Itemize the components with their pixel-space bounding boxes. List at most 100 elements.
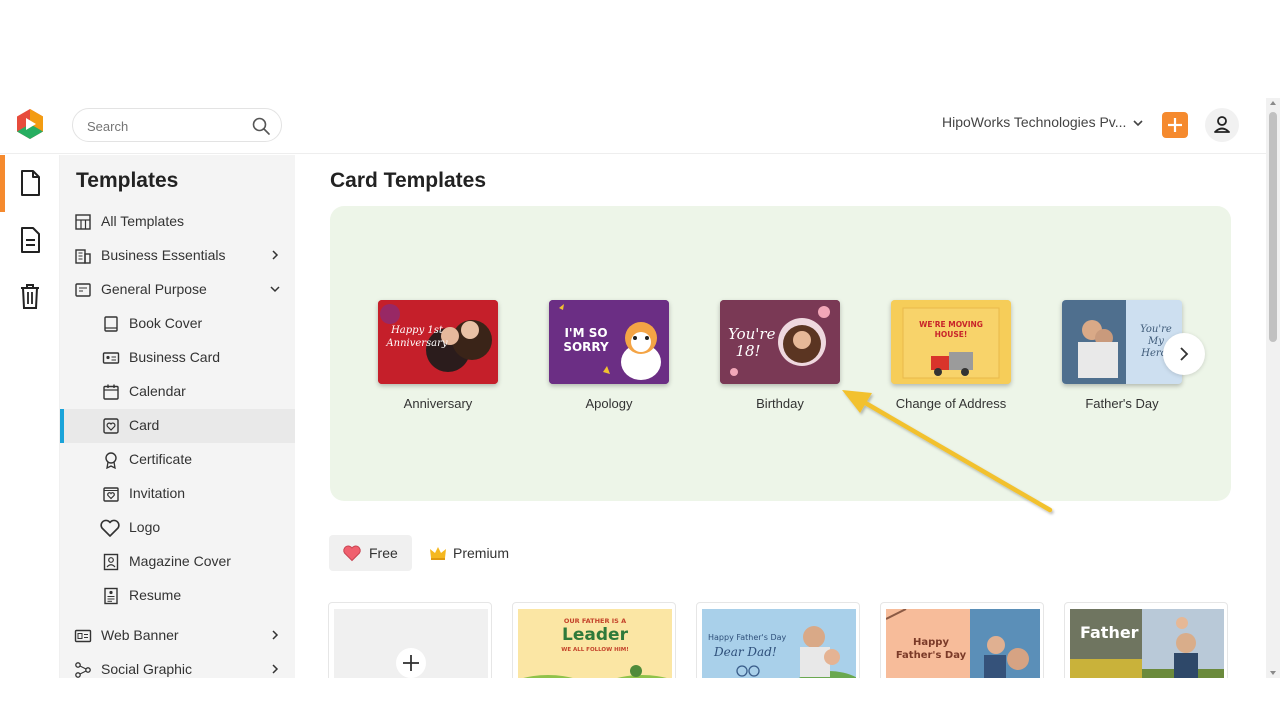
category-change-of-address[interactable]: WE'RE MOVING HOUSE! Change of Address: [891, 300, 1011, 411]
heart-card-icon: [103, 418, 119, 434]
heart-icon: [343, 545, 361, 562]
sidebar-item-all-templates[interactable]: All Templates: [60, 205, 295, 239]
happy-fathers-day-art-main: Father's Day: [895, 650, 967, 661]
filter-label: Free: [369, 545, 398, 561]
sidebar-item-label: Invitation: [129, 485, 186, 501]
templates-sidebar: Templates All Templates Business Essenti…: [60, 155, 295, 678]
sidebar-item-label: Calendar: [129, 383, 186, 399]
template-card-dear-dad[interactable]: Happy Father's Day Dear Dad!: [696, 602, 860, 678]
category-label: Change of Address: [895, 396, 1007, 411]
category-label: Apology: [585, 396, 633, 411]
leader-art-sub: WE ALL FOLLOW HIM!: [561, 647, 629, 653]
chevron-right-icon: [272, 664, 279, 674]
dear-dad-template-art: Happy Father's Day Dear Dad!: [702, 609, 856, 678]
organization-selector[interactable]: HipoWorks Technologies Pv...: [942, 114, 1126, 130]
sidebar-item-calendar[interactable]: Calendar: [60, 375, 295, 409]
search-box[interactable]: [72, 108, 282, 142]
category-apology[interactable]: I'M SO SORRY Apology: [549, 300, 669, 411]
banner-icon: [74, 629, 92, 643]
anniversary-thumbnail: Happy 1st Anniversary: [378, 300, 498, 384]
rail-active-indicator: [0, 155, 5, 212]
trash-icon[interactable]: [16, 281, 44, 311]
scroll-down-arrow-icon[interactable]: [1270, 671, 1276, 675]
document-icon[interactable]: [16, 168, 44, 198]
sidebar-item-label: General Purpose: [101, 281, 207, 297]
category-label: Birthday: [756, 396, 804, 411]
leader-template-art: OUR FATHER IS A Leader WE ALL FOLLOW HIM…: [518, 609, 672, 678]
icon-rail: [0, 155, 60, 678]
sidebar-item-invitation[interactable]: Invitation: [60, 477, 295, 511]
book-icon: [104, 316, 118, 332]
form-icon[interactable]: [16, 225, 44, 255]
chevron-right-icon: [1180, 347, 1189, 361]
filter-premium[interactable]: Premium: [422, 535, 522, 571]
birthday-thumbnail: You're 18!: [720, 300, 840, 384]
dear-dad-art-icon: [702, 609, 856, 678]
change-of-address-thumbnail: WE'RE MOVING HOUSE!: [891, 300, 1011, 384]
anniversary-art-text: Happy 1st Anniversary: [386, 325, 448, 349]
template-card-blank[interactable]: [328, 602, 492, 678]
sidebar-item-general-purpose[interactable]: General Purpose: [60, 273, 295, 307]
category-anniversary[interactable]: Happy 1st Anniversary Anniversary: [378, 300, 498, 411]
change-of-address-art-text: WE'RE MOVING HOUSE!: [919, 320, 983, 339]
sidebar-item-business-card[interactable]: Business Card: [60, 341, 295, 375]
chevron-right-icon: [272, 630, 279, 640]
chevron-right-icon: [272, 250, 279, 260]
category-carousel: Happy 1st Anniversary Anniversary I'M SO…: [330, 206, 1231, 501]
sidebar-item-label: All Templates: [101, 213, 185, 229]
sidebar-item-resume[interactable]: Resume: [60, 579, 295, 613]
chevron-down-icon: [270, 286, 280, 293]
building-icon: [75, 249, 91, 264]
sidebar-item-magazine-cover[interactable]: Magazine Cover: [60, 545, 295, 579]
sidebar-item-logo[interactable]: Logo: [60, 511, 295, 545]
sidebar-item-label: Logo: [129, 519, 161, 535]
scroll-thumb[interactable]: [1269, 112, 1277, 342]
birthday-art-text: You're 18!: [728, 325, 776, 360]
user-avatar[interactable]: [1205, 108, 1239, 142]
resume-icon: [104, 587, 118, 605]
apology-art-text: I'M SO SORRY: [563, 326, 609, 354]
happy-fathers-day-art-top: Happy: [913, 637, 949, 648]
sidebar-item-social-graphic[interactable]: Social Graphic: [60, 653, 295, 678]
sidebar-item-certificate[interactable]: Certificate: [60, 443, 295, 477]
user-icon: [1214, 116, 1230, 133]
sidebar-item-web-banner[interactable]: Web Banner: [60, 619, 295, 653]
award-icon: [105, 452, 117, 469]
app-window: HipoWorks Technologies Pv...: [0, 98, 1280, 678]
template-card-happy-fathers-day[interactable]: Happy Father's Day: [880, 602, 1044, 678]
plus-icon: [396, 648, 426, 678]
main-content: Card Templates Happy 1st Anniversary Ann…: [295, 155, 1266, 678]
apology-thumbnail: I'M SO SORRY: [549, 300, 669, 384]
search-input[interactable]: [87, 117, 237, 135]
sidebar-item-label: Resume: [129, 587, 182, 603]
category-birthday[interactable]: You're 18! Birthday: [720, 300, 840, 411]
category-label: Anniversary: [403, 396, 473, 411]
sidebar-item-book-cover[interactable]: Book Cover: [60, 307, 295, 341]
sidebar-item-label: Card: [129, 417, 160, 433]
sidebar-item-label: Social Graphic: [101, 661, 193, 677]
dear-dad-art-main: Dear Dad!: [714, 645, 777, 659]
bottom-margin: [0, 678, 1280, 720]
template-card-leader[interactable]: OUR FATHER IS A Leader WE ALL FOLLOW HIM…: [512, 602, 676, 678]
filter-free[interactable]: Free: [329, 535, 412, 571]
filter-label: Premium: [453, 545, 510, 561]
sidebar-item-label: Business Card: [129, 349, 221, 365]
template-card-father[interactable]: Father: [1064, 602, 1228, 678]
calendar-icon: [103, 384, 119, 400]
sidebar-item-label: Book Cover: [129, 315, 203, 331]
page-title: Card Templates: [330, 169, 486, 192]
leader-art-main: Leader: [562, 625, 628, 645]
sidebar-item-business-essentials[interactable]: Business Essentials: [60, 239, 295, 273]
app-logo-icon[interactable]: [14, 108, 46, 140]
add-button[interactable]: [1162, 112, 1188, 138]
share-icon: [75, 662, 91, 678]
dear-dad-art-top: Happy Father's Day: [708, 633, 787, 642]
sidebar-item-card[interactable]: Card: [60, 409, 295, 443]
chevron-down-icon[interactable]: [1131, 116, 1145, 130]
happy-fathers-day-template-art: Happy Father's Day: [886, 609, 1040, 678]
search-icon[interactable]: [251, 116, 271, 136]
page-scrollbar[interactable]: [1266, 98, 1280, 678]
carousel-next-button[interactable]: [1163, 333, 1205, 375]
scroll-up-arrow-icon[interactable]: [1270, 101, 1276, 105]
heart-icon: [100, 519, 120, 537]
